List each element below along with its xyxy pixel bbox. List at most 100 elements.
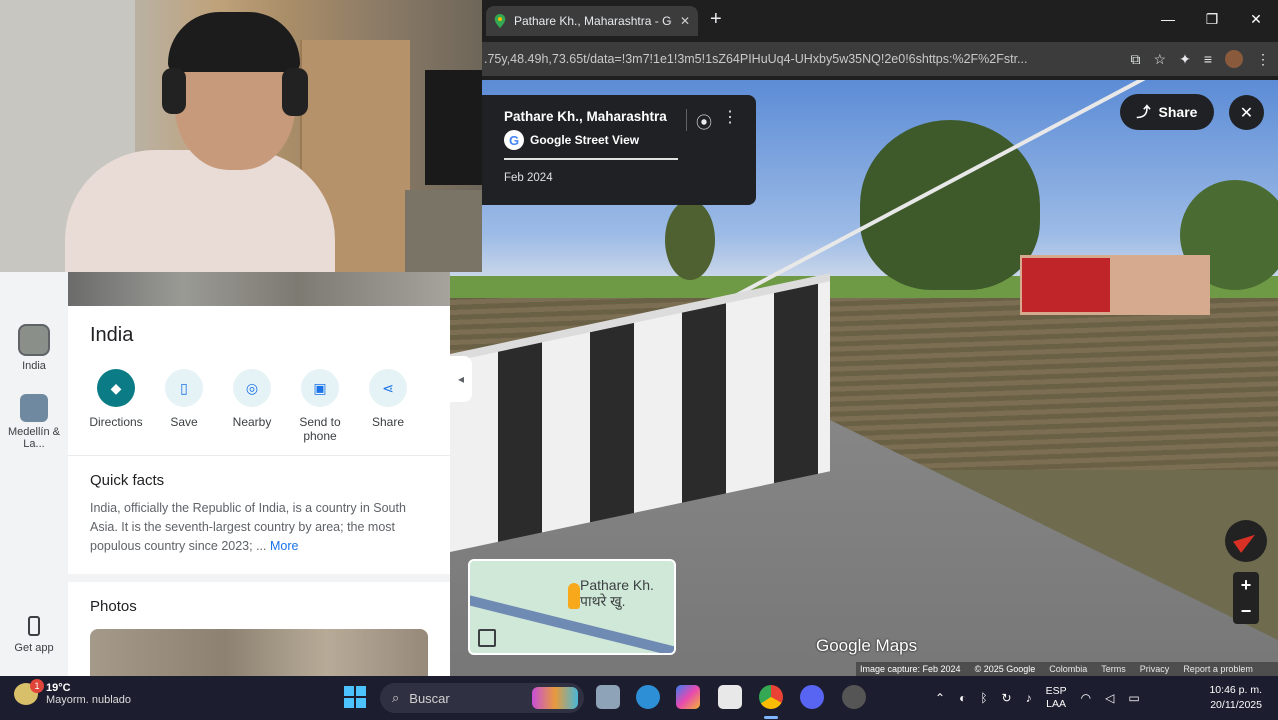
weather-icon: 1 xyxy=(14,679,44,705)
google-g-icon: G xyxy=(504,130,524,150)
menu-kebab-icon[interactable]: ⋮ xyxy=(1256,51,1270,68)
minimap[interactable]: Pathare Kh. पाथरे खु. xyxy=(468,559,676,655)
minimize-icon[interactable]: — xyxy=(1146,0,1190,38)
pegman-icon[interactable] xyxy=(568,583,580,609)
clock-time: 10:46 p. m. xyxy=(1209,684,1262,696)
windows-start-icon[interactable] xyxy=(344,686,366,708)
battery-icon[interactable]: ▭ xyxy=(1128,691,1139,705)
url-text[interactable]: .75y,48.49h,73.65t/data=!3m7!1e1!3m5!1sZ… xyxy=(484,52,1052,66)
hero-image[interactable] xyxy=(68,272,450,306)
attrib-copyright: © 2025 Google xyxy=(974,664,1036,674)
send-to-phone-button[interactable]: ▣ Send to phone xyxy=(286,369,354,443)
window-close-icon[interactable]: ✕ xyxy=(1234,0,1278,38)
discord-icon[interactable] xyxy=(800,685,824,709)
bookmark-icon: ▯ xyxy=(165,369,203,407)
get-app-button[interactable]: Get app xyxy=(0,616,68,654)
headphone-left xyxy=(162,68,186,114)
attrib-region[interactable]: Colombia xyxy=(1049,664,1087,674)
zoom-control: + − xyxy=(1233,572,1259,624)
system-tray: ⌃ ◐ ᛒ ↻ ♪ ESP LAA ◠ ◁ ▭ xyxy=(935,676,1140,720)
close-street-view-icon[interactable]: ✕ xyxy=(1229,95,1264,130)
bookmark-star-icon[interactable]: ☆ xyxy=(1154,51,1167,68)
task-view-icon[interactable] xyxy=(596,685,620,709)
screen: Pathare Kh., Maharashtra - Google ✕ + — … xyxy=(0,0,1278,720)
chrome-icon[interactable] xyxy=(759,685,783,709)
rail-item-india[interactable]: India xyxy=(0,324,68,372)
webcam-person-torso xyxy=(65,150,335,272)
share-button[interactable]: ⤴ Share xyxy=(1120,94,1214,130)
bluetooth-icon[interactable]: ᛒ xyxy=(980,691,987,705)
clock[interactable]: 10:46 p. m. 20/11/2025 xyxy=(1188,683,1262,713)
action-label: Directions xyxy=(89,415,143,429)
card-divider xyxy=(504,158,678,160)
more-link[interactable]: More xyxy=(270,539,298,553)
obs-icon[interactable] xyxy=(842,685,866,709)
quick-facts-text: India, officially the Republic of India,… xyxy=(68,489,450,556)
cast-icon[interactable]: ⧉ xyxy=(1131,51,1141,68)
more-options-icon[interactable]: ⋮ xyxy=(722,107,738,127)
weather-temp: 19°C xyxy=(46,682,71,694)
attrib-terms[interactable]: Terms xyxy=(1101,664,1126,674)
wifi-icon[interactable]: ◠ xyxy=(1081,691,1091,705)
collapse-panel-button[interactable]: ◂ xyxy=(450,356,472,402)
capture-date[interactable]: Feb 2024 xyxy=(504,172,734,184)
quick-facts-body: India, officially the Republic of India,… xyxy=(90,501,406,553)
copilot-icon[interactable] xyxy=(676,685,700,709)
photos-strip[interactable] xyxy=(90,629,428,676)
nearby-icon: ◎ xyxy=(233,369,271,407)
attrib-capture: Image capture: Feb 2024 xyxy=(860,664,961,674)
expand-map-icon[interactable] xyxy=(478,629,496,647)
edge-icon[interactable] xyxy=(636,685,660,709)
zoom-out-icon[interactable]: − xyxy=(1233,598,1259,624)
restore-icon[interactable]: ❐ xyxy=(1190,0,1234,38)
window-controls: — ❐ ✕ xyxy=(1146,0,1278,38)
tray-chevron-icon[interactable]: ⌃ xyxy=(935,691,945,705)
sv-tree xyxy=(665,200,715,280)
media-icon[interactable]: ≡ xyxy=(1204,51,1212,67)
action-label: Share xyxy=(371,415,405,429)
save-button[interactable]: ▯ Save xyxy=(150,369,218,443)
nearby-button[interactable]: ◎ Nearby xyxy=(218,369,286,443)
taskbar-search[interactable]: ⌕ Buscar xyxy=(380,683,584,713)
tray-app-icon[interactable]: ◐ xyxy=(959,691,966,705)
search-icon: ⌕ xyxy=(392,690,400,705)
tab-bar: Pathare Kh., Maharashtra - Google ✕ + — … xyxy=(482,0,1278,38)
profile-avatar[interactable] xyxy=(1225,50,1243,68)
zoom-in-icon[interactable]: + xyxy=(1233,572,1259,598)
weather-desc: Mayorm. nublado xyxy=(46,694,131,706)
webcam-tv xyxy=(425,70,482,185)
new-tab-icon[interactable]: + xyxy=(710,8,722,31)
share-place-button[interactable]: ⋖ Share xyxy=(354,369,422,443)
google-maps-logo: Google Maps xyxy=(816,636,918,655)
attribution-bar: Image capture: Feb 2024 © 2025 Google Co… xyxy=(856,662,1278,676)
chrome-active-indicator xyxy=(764,716,778,719)
microphone-icon[interactable]: ♪ xyxy=(1026,691,1032,705)
extensions-icon[interactable]: ✦ xyxy=(1179,51,1191,68)
location-pin-icon[interactable]: ⦿ xyxy=(696,109,712,133)
share-icon: ⋖ xyxy=(369,369,407,407)
medellin-thumbnail xyxy=(20,394,48,422)
attrib-privacy[interactable]: Privacy xyxy=(1140,664,1170,674)
volume-icon[interactable]: ◁ xyxy=(1105,691,1114,705)
language-indicator[interactable]: ESP LAA xyxy=(1046,685,1067,711)
minimap-label-line1: Pathare Kh. xyxy=(580,577,654,593)
sync-icon[interactable]: ↻ xyxy=(1002,691,1012,705)
minimap-label-line2: पाथरे खु. xyxy=(580,593,626,609)
rail-item-medellin[interactable]: Medellín & La... xyxy=(0,394,68,450)
place-panel: India ◆ Directions ▯ Save ◎ Nearby ▣ Sen… xyxy=(68,272,450,676)
directions-icon: ◆ xyxy=(97,369,135,407)
tab-close-icon[interactable]: ✕ xyxy=(680,14,690,28)
weather-widget[interactable]: 1 19°C Mayorm. nublado xyxy=(14,679,131,706)
compass-icon[interactable] xyxy=(1225,520,1267,562)
action-label: Nearby xyxy=(232,415,272,429)
directions-button[interactable]: ◆ Directions xyxy=(82,369,150,443)
store-icon[interactable] xyxy=(718,685,742,709)
phone-icon xyxy=(28,616,40,636)
address-bar[interactable]: .75y,48.49h,73.65t/data=!3m7!1e1!3m5!1sZ… xyxy=(482,42,1278,76)
attrib-report[interactable]: Report a problem xyxy=(1183,664,1253,674)
browser-chrome: Pathare Kh., Maharashtra - Google ✕ + — … xyxy=(482,0,1278,80)
webcam-overlay xyxy=(0,0,482,272)
place-name: India xyxy=(90,324,134,346)
lang-line1: ESP xyxy=(1045,685,1067,697)
browser-tab[interactable]: Pathare Kh., Maharashtra - Google ✕ xyxy=(486,6,698,36)
